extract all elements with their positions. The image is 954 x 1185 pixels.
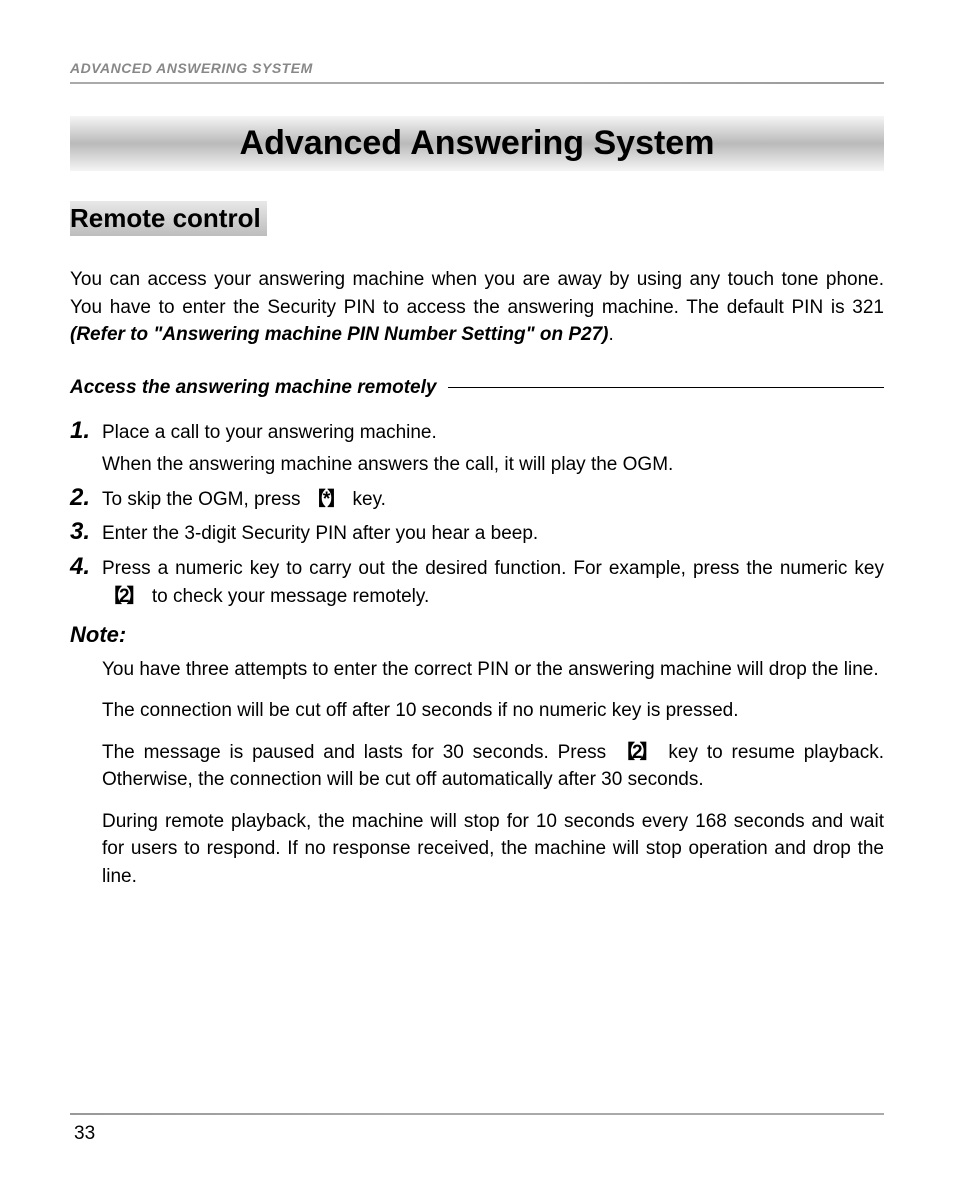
step-2-pre: To skip the OGM, press [102, 489, 306, 510]
intro-reference: (Refer to "Answering machine PIN Number … [70, 324, 609, 345]
step-number: 1. [70, 417, 102, 445]
step-text: Enter the 3-digit Security PIN after you… [102, 520, 884, 549]
step-4-post: to check your message remotely. [147, 586, 430, 607]
note-3-pre: The message is paused and lasts for 30 s… [102, 742, 615, 763]
step-text: To skip the OGM, press * key. [102, 486, 884, 515]
footer-divider [70, 1113, 884, 1115]
step-number: 4. [70, 553, 102, 581]
intro-paragraph: You can access your answering machine wh… [70, 266, 884, 349]
note-item-1: You have three attempts to enter the cor… [102, 656, 884, 684]
step-4: 4. Press a numeric key to carry out the … [70, 553, 884, 612]
step-2: 2. To skip the OGM, press * key. [70, 484, 884, 515]
intro-suffix: . [609, 324, 614, 345]
section-heading-wrap: Remote control [70, 201, 884, 266]
step-3: 3. Enter the 3-digit Security PIN after … [70, 518, 884, 549]
step-1: 1. Place a call to your answering machin… [70, 417, 884, 448]
step-4-pre: Press a numeric key to carry out the des… [102, 558, 884, 579]
note-item-3: The message is paused and lasts for 30 s… [102, 739, 884, 794]
intro-text: You can access your answering machine wh… [70, 269, 884, 318]
subheading: Access the answering machine remotely [70, 377, 436, 399]
footer: 33 [70, 1113, 884, 1145]
note-item-4: During remote playback, the machine will… [102, 808, 884, 891]
step-text: Press a numeric key to carry out the des… [102, 555, 884, 612]
subheading-divider [448, 387, 884, 389]
page-title: Advanced Answering System [70, 124, 884, 163]
note-label: Note: [70, 622, 884, 648]
step-1-subtext: When the answering machine answers the c… [102, 451, 884, 480]
page-number: 33 [74, 1123, 884, 1145]
step-number: 3. [70, 518, 102, 546]
key-2-icon: 2 [102, 583, 147, 612]
key-star-icon: * [306, 486, 347, 515]
step-text: Place a call to your answering machine. [102, 419, 884, 448]
section-heading: Remote control [70, 201, 267, 236]
steps-list: 1. Place a call to your answering machin… [70, 417, 884, 612]
step-2-post: key. [347, 489, 386, 510]
header-divider [70, 82, 884, 84]
title-band: Advanced Answering System [70, 116, 884, 171]
subheading-row: Access the answering machine remotely [70, 377, 884, 399]
step-number: 2. [70, 484, 102, 512]
key-2-icon: 2 [615, 739, 660, 767]
breadcrumb: ADVANCED ANSWERING SYSTEM [70, 60, 884, 76]
note-item-2: The connection will be cut off after 10 … [102, 697, 884, 725]
